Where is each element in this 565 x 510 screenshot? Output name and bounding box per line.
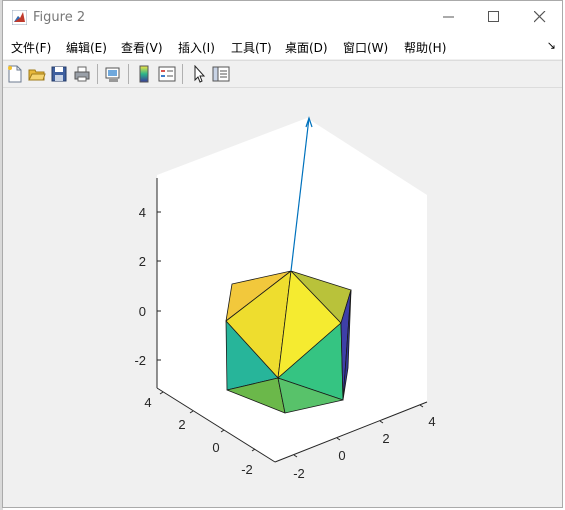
y-tick-label: 2 (178, 417, 185, 432)
x-tick-label: 0 (338, 448, 345, 463)
y-tick-label: -2 (241, 462, 253, 477)
y-tick-label: 4 (144, 395, 151, 410)
z-tick-label: -2 (134, 353, 146, 368)
x-tick-label: 2 (382, 431, 389, 446)
z-tick-label: 0 (139, 304, 146, 319)
polyhedron-surface (225, 270, 352, 414)
figure-canvas[interactable]: 4 2 0 -2 4 2 0 -2 -2 0 2 4 (0, 0, 565, 510)
z-tick-label: 2 (139, 254, 146, 269)
z-tick-label: 4 (139, 205, 146, 220)
y-tick-label: 0 (212, 440, 219, 455)
x-tick-label: -2 (293, 466, 305, 481)
x-tick-label: 4 (428, 414, 435, 429)
